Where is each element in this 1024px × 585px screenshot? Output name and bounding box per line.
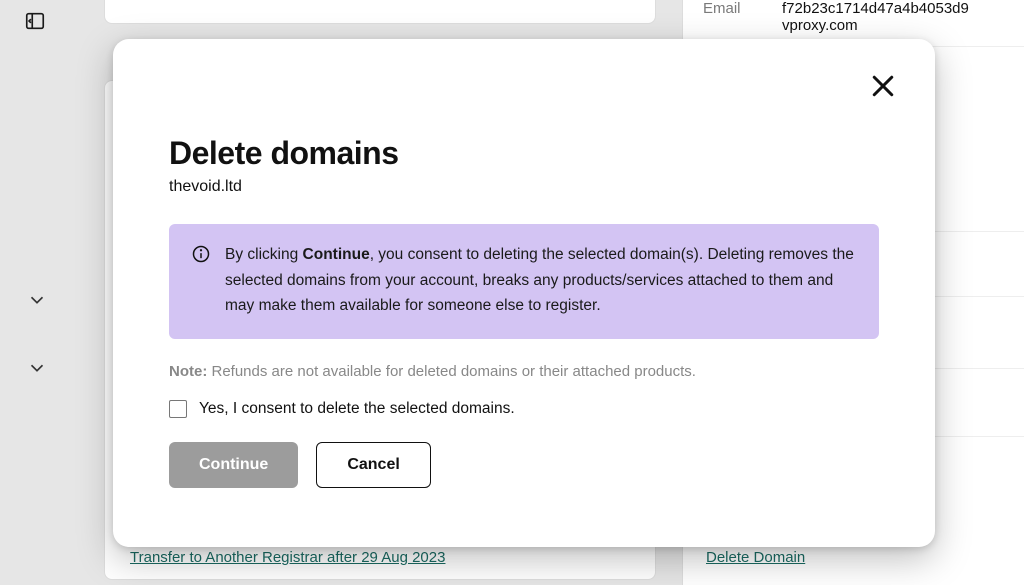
info-banner: By clicking Continue, you consent to del… bbox=[169, 224, 879, 339]
continue-button[interactable]: Continue bbox=[169, 442, 298, 488]
detail-value-email: f72b23c1714d47a4b4053d9 vproxy.com bbox=[782, 0, 1004, 34]
sidebar-collapse-icon[interactable] bbox=[24, 10, 46, 32]
modal-subtitle: thevoid.ltd bbox=[169, 178, 879, 196]
detail-label-email: Email bbox=[703, 0, 758, 34]
chevron-down-icon[interactable] bbox=[26, 357, 48, 379]
modal-button-row: Continue Cancel bbox=[169, 442, 879, 488]
delete-domains-modal: Delete domains thevoid.ltd By clicking C… bbox=[113, 39, 935, 547]
info-banner-text: By clicking Continue, you consent to del… bbox=[225, 242, 857, 319]
consent-label: Yes, I consent to delete the selected do… bbox=[199, 400, 515, 418]
refund-note: Note: Refunds are not available for dele… bbox=[169, 363, 879, 380]
chevron-down-icon[interactable] bbox=[26, 289, 48, 311]
consent-checkbox[interactable] bbox=[169, 400, 187, 418]
transfer-link[interactable]: Transfer to Another Registrar after 29 A… bbox=[130, 549, 445, 566]
info-icon bbox=[191, 244, 211, 319]
close-button[interactable] bbox=[865, 69, 901, 105]
cancel-button[interactable]: Cancel bbox=[316, 442, 430, 488]
close-icon bbox=[868, 71, 898, 104]
background-card bbox=[104, 0, 656, 24]
delete-domain-link[interactable]: Delete Domain bbox=[706, 549, 805, 566]
consent-row[interactable]: Yes, I consent to delete the selected do… bbox=[169, 400, 879, 418]
modal-title: Delete domains bbox=[169, 135, 879, 172]
